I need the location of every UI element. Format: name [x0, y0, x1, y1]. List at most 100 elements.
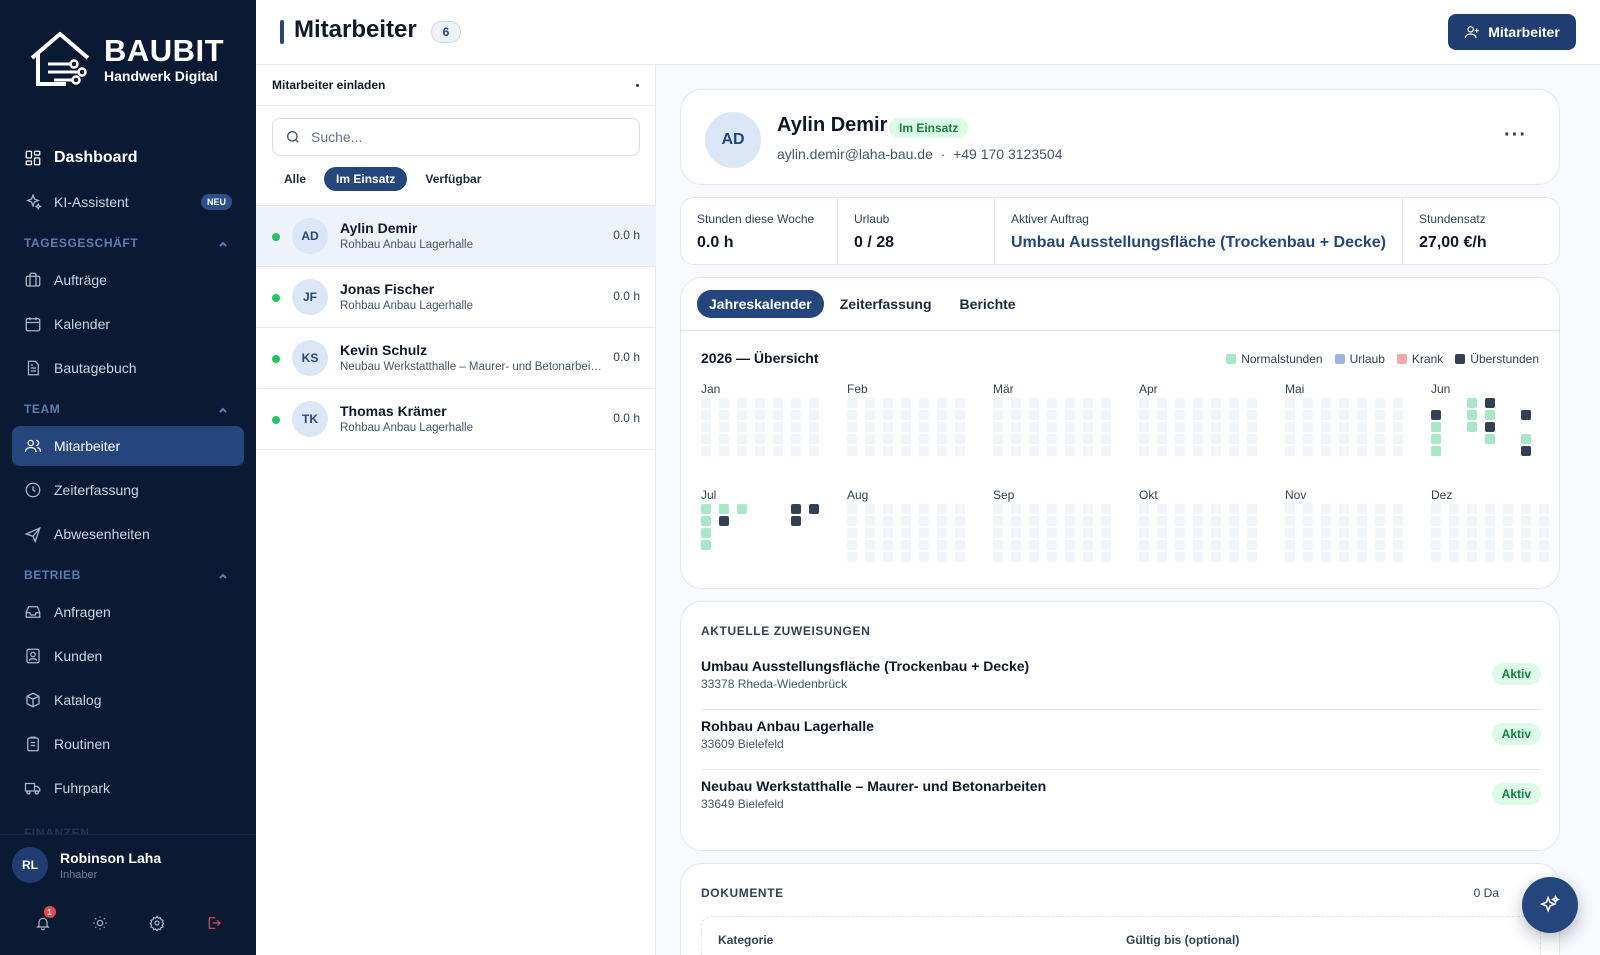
- sidebar-item-zeiterfassung[interactable]: Zeiterfassung: [12, 470, 244, 510]
- sidebar-item-kalender[interactable]: Kalender: [12, 304, 244, 344]
- calendar-day[interactable]: [701, 398, 711, 408]
- calendar-day[interactable]: [1175, 504, 1185, 514]
- calendar-day[interactable]: [1503, 504, 1513, 514]
- calendar-day[interactable]: [1393, 410, 1403, 420]
- calendar-day[interactable]: [847, 540, 857, 550]
- calendar-day[interactable]: [719, 422, 729, 432]
- calendar-day[interactable]: [1065, 516, 1075, 526]
- filter-all[interactable]: Alle: [272, 167, 318, 191]
- calendar-day[interactable]: [919, 434, 929, 444]
- calendar-day[interactable]: [1101, 540, 1111, 550]
- calendar-day[interactable]: [1357, 422, 1367, 432]
- calendar-day[interactable]: [993, 528, 1003, 538]
- calendar-day[interactable]: [1047, 516, 1057, 526]
- calendar-day[interactable]: [773, 552, 783, 562]
- calendar-day[interactable]: [919, 552, 929, 562]
- calendar-day[interactable]: [1339, 398, 1349, 408]
- calendar-day[interactable]: [1211, 410, 1221, 420]
- calendar-day[interactable]: [919, 398, 929, 408]
- calendar-day[interactable]: [1485, 410, 1495, 420]
- calendar-day[interactable]: [1229, 528, 1239, 538]
- calendar-day[interactable]: [993, 434, 1003, 444]
- calendar-day[interactable]: [1339, 552, 1349, 562]
- calendar-day[interactable]: [1011, 516, 1021, 526]
- calendar-day[interactable]: [719, 540, 729, 550]
- calendar-day[interactable]: [1393, 516, 1403, 526]
- more-options-button[interactable]: ···: [1504, 124, 1527, 147]
- calendar-day[interactable]: [1029, 540, 1039, 550]
- calendar-day[interactable]: [937, 516, 947, 526]
- calendar-day[interactable]: [1101, 422, 1111, 432]
- calendar-day[interactable]: [1521, 434, 1531, 444]
- calendar-day[interactable]: [1065, 410, 1075, 420]
- calendar-day[interactable]: [847, 504, 857, 514]
- calendar-day[interactable]: [1357, 528, 1367, 538]
- calendar-day[interactable]: [1539, 552, 1549, 562]
- calendar-day[interactable]: [755, 540, 765, 550]
- calendar-day[interactable]: [1431, 410, 1441, 420]
- calendar-day[interactable]: [1011, 410, 1021, 420]
- calendar-day[interactable]: [701, 434, 711, 444]
- calendar-day[interactable]: [1375, 552, 1385, 562]
- calendar-day[interactable]: [1083, 552, 1093, 562]
- calendar-day[interactable]: [937, 422, 947, 432]
- calendar-day[interactable]: [1047, 504, 1057, 514]
- calendar-day[interactable]: [773, 504, 783, 514]
- calendar-day[interactable]: [1229, 516, 1239, 526]
- calendar-day[interactable]: [719, 504, 729, 514]
- calendar-day[interactable]: [791, 552, 801, 562]
- calendar-day[interactable]: [1229, 504, 1239, 514]
- calendar-day[interactable]: [737, 398, 747, 408]
- calendar-day[interactable]: [1539, 434, 1549, 444]
- calendar-day[interactable]: [1375, 410, 1385, 420]
- calendar-day[interactable]: [847, 446, 857, 456]
- calendar-day[interactable]: [901, 552, 911, 562]
- list-item[interactable]: KS Kevin Schulz Neubau Werkstatthalle – …: [256, 328, 656, 389]
- calendar-day[interactable]: [1285, 410, 1295, 420]
- calendar-day[interactable]: [901, 422, 911, 432]
- user-profile[interactable]: RL Robinson Laha Inhaber: [12, 847, 161, 883]
- calendar-day[interactable]: [1285, 516, 1295, 526]
- calendar-day[interactable]: [1357, 516, 1367, 526]
- calendar-day[interactable]: [1467, 516, 1477, 526]
- calendar-day[interactable]: [955, 446, 965, 456]
- invite-employee-toggle[interactable]: Mitarbeiter einladen: [256, 65, 655, 106]
- calendar-day[interactable]: [1321, 516, 1331, 526]
- calendar-day[interactable]: [1303, 434, 1313, 444]
- calendar-day[interactable]: [1503, 540, 1513, 550]
- calendar-day[interactable]: [937, 528, 947, 538]
- calendar-day[interactable]: [719, 410, 729, 420]
- list-item[interactable]: AD Aylin Demir Rohbau Anbau Lagerhalle 0…: [256, 206, 656, 267]
- calendar-day[interactable]: [1157, 434, 1167, 444]
- calendar-day[interactable]: [1303, 552, 1313, 562]
- calendar-day[interactable]: [701, 540, 711, 550]
- calendar-day[interactable]: [883, 504, 893, 514]
- calendar-day[interactable]: [937, 540, 947, 550]
- calendar-day[interactable]: [737, 422, 747, 432]
- calendar-day[interactable]: [865, 422, 875, 432]
- calendar-day[interactable]: [1101, 552, 1111, 562]
- sidebar-item-bautagebuch[interactable]: Bautagebuch: [12, 348, 244, 388]
- theme-toggle-button[interactable]: [89, 912, 111, 934]
- calendar-day[interactable]: [955, 422, 965, 432]
- calendar-day[interactable]: [1047, 434, 1057, 444]
- calendar-day[interactable]: [1393, 446, 1403, 456]
- calendar-day[interactable]: [809, 528, 819, 538]
- calendar-day[interactable]: [1467, 504, 1477, 514]
- calendar-day[interactable]: [1175, 540, 1185, 550]
- calendar-day[interactable]: [1431, 528, 1441, 538]
- calendar-day[interactable]: [1521, 446, 1531, 456]
- calendar-day[interactable]: [1083, 528, 1093, 538]
- calendar-day[interactable]: [701, 410, 711, 420]
- calendar-day[interactable]: [1431, 434, 1441, 444]
- calendar-day[interactable]: [1047, 528, 1057, 538]
- calendar-day[interactable]: [1485, 504, 1495, 514]
- calendar-day[interactable]: [809, 398, 819, 408]
- calendar-day[interactable]: [1303, 504, 1313, 514]
- calendar-day[interactable]: [1211, 398, 1221, 408]
- calendar-day[interactable]: [901, 446, 911, 456]
- calendar-day[interactable]: [1157, 528, 1167, 538]
- calendar-day[interactable]: [1193, 540, 1203, 550]
- assignment-row[interactable]: Neubau Werkstatthalle – Maurer- und Beto…: [701, 770, 1541, 830]
- calendar-day[interactable]: [1357, 552, 1367, 562]
